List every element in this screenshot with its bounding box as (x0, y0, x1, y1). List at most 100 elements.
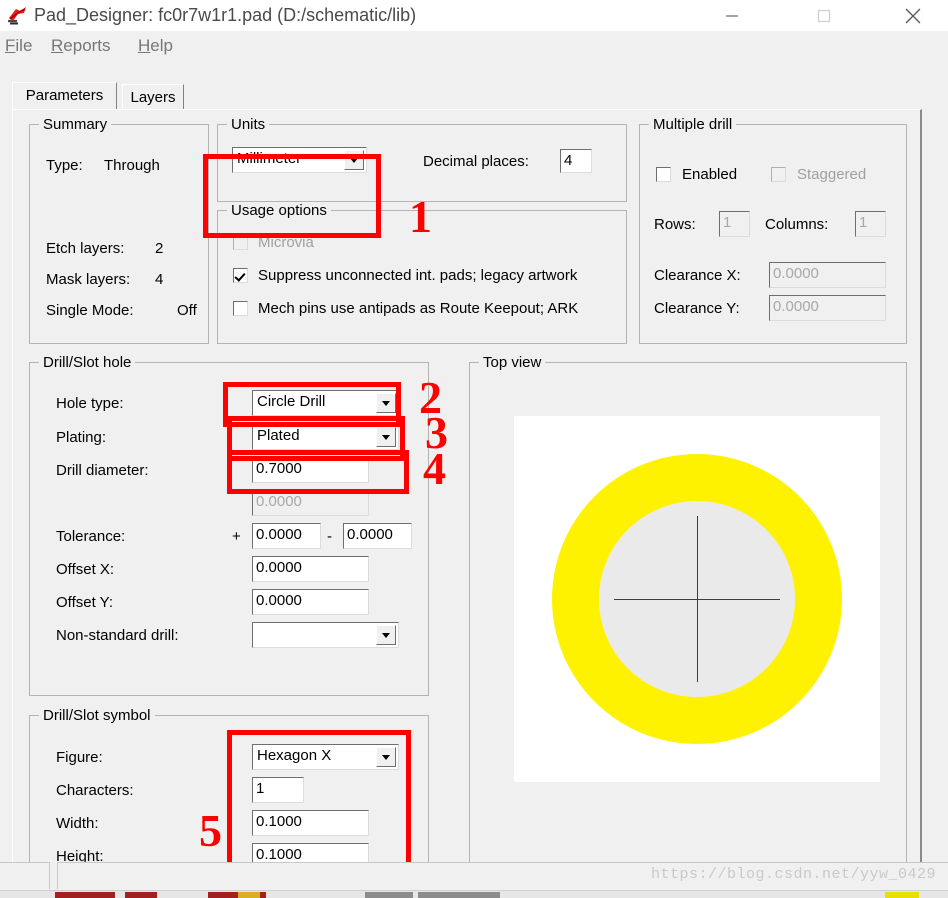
crosshair-vertical (697, 516, 698, 682)
chevron-down-icon[interactable] (376, 747, 396, 767)
summary-etch-layers-value: 2 (155, 240, 164, 257)
close-icon (905, 8, 921, 24)
offset-y-label: Offset Y: (56, 594, 113, 611)
clearance-x-field: 0.0000 (769, 262, 886, 288)
figure-combo-value: Hexagon X (257, 747, 332, 764)
hole-type-label: Hole type: (56, 395, 124, 412)
tab-layers[interactable]: Layers (122, 84, 184, 110)
maximize-icon (817, 9, 831, 23)
taskbar-chip[interactable] (365, 892, 413, 898)
window-title: Pad_Designer: fc0r7w1r1.pad (D:/schemati… (34, 5, 417, 25)
plating-combo[interactable]: Plated (252, 424, 399, 450)
columns-field: 1 (855, 211, 886, 237)
summary-single-mode-value: Off (177, 302, 197, 319)
menu-item-file[interactable]: File (5, 34, 32, 57)
figure-label: Figure: (56, 749, 103, 766)
characters-label: Characters: (56, 782, 134, 799)
usage-options-legend: Usage options (227, 202, 331, 219)
menu-reports-rest: eports (63, 36, 111, 55)
clearance-y-label: Clearance Y: (654, 300, 740, 317)
taskbar-chip[interactable] (885, 892, 919, 898)
taskbar-chip[interactable] (238, 892, 260, 898)
taskbar-chip[interactable] (418, 892, 500, 898)
summary-type-label: Type: (46, 157, 83, 174)
plating-label: Plating: (56, 429, 107, 446)
pad-designer-icon (7, 5, 28, 26)
tolerance-minus-sign: - (327, 528, 332, 545)
tolerance-minus-field[interactable]: 0.0000 (343, 523, 412, 549)
summary-group: Summary Type: Through Etch layers: 2 Mas… (29, 116, 209, 344)
summary-type-value: Through (104, 157, 160, 174)
offset-x-field[interactable]: 0.0000 (252, 556, 369, 582)
multiple-drill-enabled-checkbox[interactable] (656, 167, 671, 182)
menu-item-help[interactable]: Help (138, 34, 173, 57)
decimal-places-field[interactable]: 4 (560, 149, 592, 173)
tolerance-label: Tolerance: (56, 528, 126, 545)
minimize-button[interactable] (709, 0, 755, 31)
summary-mask-layers-label: Mask layers: (46, 271, 131, 288)
suppress-unconnected-checkbox[interactable] (233, 268, 248, 283)
decimal-places-label: Decimal places: (423, 153, 529, 170)
taskbar-chip[interactable] (55, 892, 115, 898)
menu-file-rest: ile (15, 36, 33, 55)
usage-options-group: Usage options Microvia Suppress unconnec… (217, 202, 627, 344)
multiple-drill-enabled-label: Enabled (682, 166, 738, 183)
mech-pins-antipads-checkbox[interactable] (233, 301, 248, 316)
units-combo[interactable]: Millimeter (232, 147, 367, 173)
chevron-down-icon[interactable] (376, 427, 396, 447)
characters-field[interactable]: 1 (252, 777, 304, 803)
top-view-legend: Top view (479, 354, 546, 371)
multiple-drill-legend: Multiple drill (649, 116, 737, 133)
microvia-checkbox (233, 235, 248, 250)
status-bar-left-cell (0, 862, 50, 889)
staggered-checkbox (771, 167, 786, 182)
drill-slot-hole-legend: Drill/Slot hole (39, 354, 136, 371)
drill-slot-symbol-legend: Drill/Slot symbol (39, 707, 155, 724)
non-standard-drill-combo[interactable] (252, 622, 399, 648)
drill-diameter-field[interactable]: 0.7000 (252, 457, 369, 483)
chevron-down-icon[interactable] (376, 393, 396, 413)
menu-help-rest: elp (150, 36, 173, 55)
taskbar-chip[interactable] (125, 892, 157, 898)
minimize-icon (726, 15, 738, 17)
summary-mask-layers-value: 4 (155, 271, 164, 288)
drill-diameter-secondary-field: 0.0000 (252, 490, 369, 516)
clearance-x-label: Clearance X: (654, 267, 741, 284)
units-legend: Units (227, 116, 270, 133)
suppress-unconnected-label: Suppress unconnected int. pads; legacy a… (258, 267, 578, 284)
hole-type-combo[interactable]: Circle Drill (252, 390, 399, 416)
figure-combo[interactable]: Hexagon X (252, 744, 399, 770)
menu-item-reports[interactable]: Reports (51, 34, 111, 57)
pad-designer-window: Pad_Designer: fc0r7w1r1.pad (D:/schemati… (0, 0, 948, 898)
tolerance-plus-sign: + (232, 528, 241, 545)
tolerance-plus-field[interactable]: 0.0000 (252, 523, 321, 549)
clearance-y-field: 0.0000 (769, 295, 886, 321)
width-field[interactable]: 0.1000 (252, 810, 369, 836)
plating-combo-value: Plated (257, 427, 300, 444)
watermark-text: https://blog.csdn.net/yyw_0429 (650, 866, 936, 883)
summary-single-mode-label: Single Mode: (46, 302, 134, 319)
units-group: Units Millimeter Decimal places: 4 (217, 116, 627, 202)
chevron-down-icon[interactable] (376, 625, 396, 645)
width-label: Width: (56, 815, 99, 832)
summary-etch-layers-label: Etch layers: (46, 240, 125, 257)
units-combo-value: Millimeter (237, 150, 302, 167)
top-view-group: Top view (469, 354, 907, 885)
menu-bar: File Reports Help (0, 31, 948, 60)
drill-slot-symbol-group: Drill/Slot symbol Figure: Hexagon X Char… (29, 707, 429, 885)
tab-parameters[interactable]: Parameters (12, 82, 117, 110)
non-standard-drill-label: Non-standard drill: (56, 627, 179, 644)
staggered-label: Staggered (797, 166, 867, 183)
mech-pins-antipads-label: Mech pins use antipads as Route Keepout;… (258, 300, 579, 317)
parameters-tab-panel: Summary Type: Through Etch layers: 2 Mas… (12, 109, 922, 894)
pad-preview-canvas[interactable] (514, 416, 880, 782)
chevron-down-icon[interactable] (344, 150, 364, 170)
offset-y-field[interactable]: 0.0000 (252, 589, 369, 615)
microvia-label: Microvia (258, 234, 314, 251)
columns-label: Columns: (765, 216, 829, 233)
close-button[interactable] (890, 0, 936, 31)
maximize-button[interactable] (801, 0, 847, 31)
client-area: Parameters Layers Summary Type: Through … (0, 60, 948, 894)
title-bar: Pad_Designer: fc0r7w1r1.pad (D:/schemati… (0, 0, 948, 31)
hole-type-combo-value: Circle Drill (257, 393, 326, 410)
